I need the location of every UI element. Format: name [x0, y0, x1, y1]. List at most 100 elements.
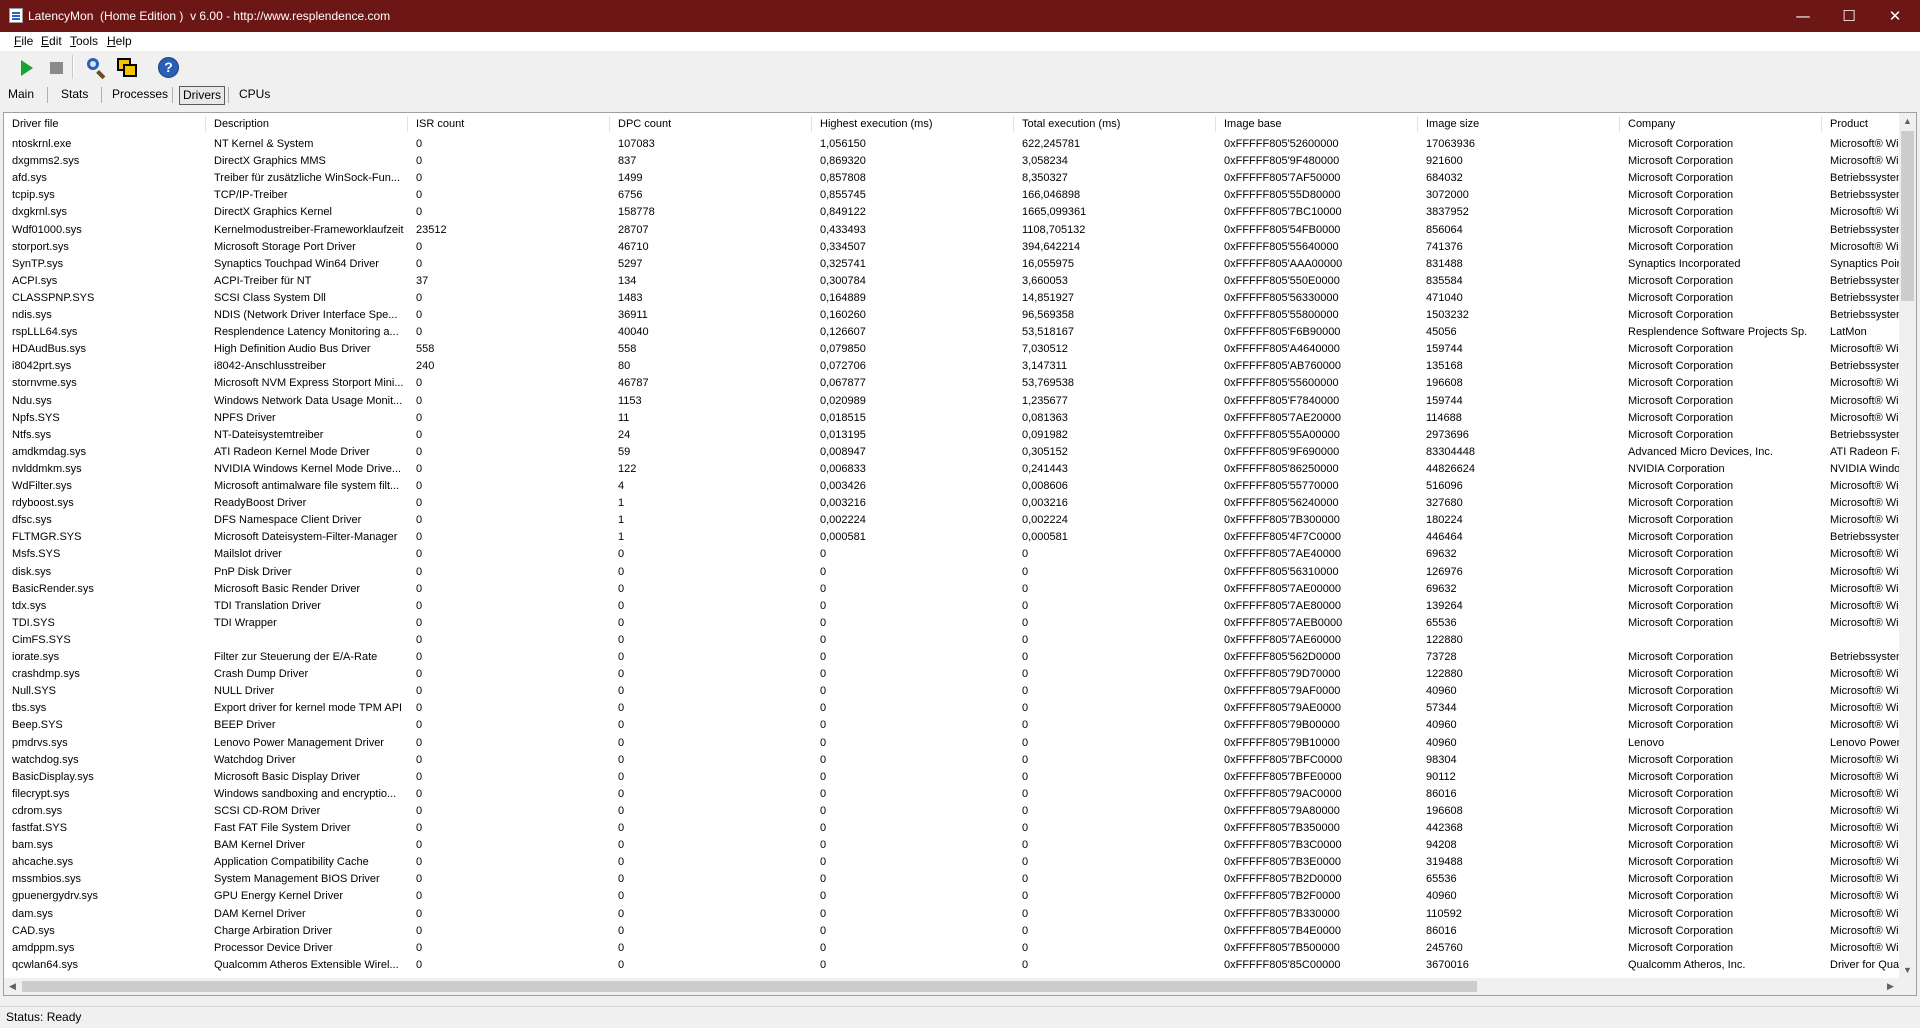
column-header-image-base[interactable]: Image base [1216, 113, 1418, 135]
table-row[interactable]: bam.sys BAM Kernel Driver 0 0 0 0 0xFFFFF805'7… [4, 837, 1904, 854]
table-row[interactable]: Npfs.SYS NPFS Driver 0 11 0,018515 0,081363 0x… [4, 410, 1904, 427]
cell-description: SCSI Class System Dll [214, 291, 326, 304]
cell-image-base: 0xFFFFF805'7AE20000 [1224, 411, 1342, 424]
table-row[interactable]: CimFS.SYS 0 0 0 0 0xFFFFF805'7AE60000 122880 [4, 632, 1904, 649]
column-header-highest-execution[interactable]: Highest execution (ms) [812, 113, 1014, 135]
table-row[interactable]: SynTP.sys Synaptics Touchpad Win64 Driver… [4, 256, 1904, 273]
cell-image-size: 180224 [1426, 514, 1463, 527]
table-row[interactable]: TDI.SYS TDI Wrapper 0 0 0 0 0xFFFFF805'7AEB000… [4, 615, 1904, 632]
menu-file[interactable]: File [14, 34, 33, 48]
windows-button[interactable] [114, 55, 140, 81]
cell-image-size: 921600 [1426, 155, 1463, 168]
table-row[interactable]: tcpip.sys TCP/IP-Treiber 0 6756 0,855745 166,… [4, 187, 1904, 204]
scroll-down-icon[interactable]: ▼ [1899, 962, 1916, 979]
table-row[interactable]: tdx.sys TDI Translation Driver 0 0 0 0 0xFFFFF… [4, 598, 1904, 615]
table-row[interactable]: dxgmms2.sys DirectX Graphics MMS 0 837 0,869… [4, 153, 1904, 170]
table-row[interactable]: gpuenergydrv.sys GPU Energy Kernel Driver… [4, 888, 1904, 905]
tab-processes[interactable]: Processes [109, 86, 171, 103]
table-row[interactable]: iorate.sys Filter zur Steuerung der E/A-R… [4, 649, 1904, 666]
minimize-button[interactable]: — [1780, 0, 1826, 32]
table-row[interactable]: ACPI.sys ACPI-Treiber für NT 37 134 0,300784… [4, 273, 1904, 290]
table-row[interactable]: Wdf01000.sys Kernelmodustreiber-Framework… [4, 222, 1904, 239]
table-row[interactable]: rspLLL64.sys Resplendence Latency Monitor… [4, 324, 1904, 341]
column-header-driver-file[interactable]: Driver file [4, 113, 206, 135]
analyze-button[interactable] [82, 55, 108, 81]
vertical-scrollbar[interactable]: ▲ ▼ [1899, 113, 1916, 979]
table-row[interactable]: BasicRender.sys Microsoft Basic Render Dr… [4, 581, 1904, 598]
cell-company: Microsoft Corporation [1628, 702, 1734, 715]
cell-driver-file: Msfs.SYS [12, 548, 61, 561]
tab-cpus[interactable]: CPUs [236, 86, 273, 103]
table-row[interactable]: nvlddmkm.sys NVIDIA Windows Kernel Mode D… [4, 461, 1904, 478]
cell-driver-file: TDI.SYS [12, 616, 55, 629]
scroll-right-icon[interactable]: ▶ [1882, 978, 1899, 995]
table-row[interactable]: dfsc.sys DFS Namespace Client Driver 0 1 0,0… [4, 512, 1904, 529]
column-header-total-execution[interactable]: Total execution (ms) [1014, 113, 1216, 135]
table-row[interactable]: CAD.sys Charge Arbiration Driver 0 0 0 0 0xFFF… [4, 923, 1904, 940]
scroll-left-icon[interactable]: ◀ [4, 978, 21, 995]
table-row[interactable]: amdppm.sys Processor Device Driver 0 0 0 0 0xF… [4, 940, 1904, 957]
table-row[interactable]: tbs.sys Export driver for kernel mode TPM… [4, 700, 1904, 717]
vertical-scroll-thumb[interactable] [1901, 131, 1914, 301]
cell-driver-file: Wdf01000.sys [12, 223, 82, 236]
table-row[interactable]: ahcache.sys Application Compatibility Cac… [4, 854, 1904, 871]
tab-drivers[interactable]: Drivers [179, 86, 225, 105]
cell-image-base: 0xFFFFF805'7AF50000 [1224, 172, 1341, 185]
table-row[interactable]: Beep.SYS BEEP Driver 0 0 0 0 0xFFFFF805'79B000… [4, 717, 1904, 734]
table-row[interactable]: FLTMGR.SYS Microsoft Dateisystem-Filter-M… [4, 529, 1904, 546]
stop-button[interactable] [44, 55, 70, 81]
table-row[interactable]: ntoskrnl.exe NT Kernel & System 0 107083 1,0… [4, 136, 1904, 153]
cell-company: Resplendence Software Projects Sp. [1628, 326, 1808, 339]
close-button[interactable]: ✕ [1872, 0, 1918, 32]
table-row[interactable]: Null.SYS NULL Driver 0 0 0 0 0xFFFFF805'79AF00… [4, 683, 1904, 700]
scroll-up-icon[interactable]: ▲ [1899, 113, 1916, 130]
table-row[interactable]: pmdrvs.sys Lenovo Power Management Driver… [4, 735, 1904, 752]
table-row[interactable]: stornvme.sys Microsoft NVM Express Storpo… [4, 375, 1904, 392]
tab-main[interactable]: Main [5, 86, 37, 103]
cell-total-execution: 0 [1022, 839, 1029, 852]
table-row[interactable]: dxgkrnl.sys DirectX Graphics Kernel 0 15877… [4, 204, 1904, 221]
table-row[interactable]: i8042prt.sys i8042-Anschlusstreiber 240 80 0… [4, 358, 1904, 375]
table-row[interactable]: watchdog.sys Watchdog Driver 0 0 0 0 0xFFFFF80… [4, 752, 1904, 769]
cell-company: Microsoft Corporation [1628, 428, 1734, 441]
help-button[interactable]: ? [155, 55, 181, 81]
maximize-button[interactable]: ☐ [1826, 0, 1872, 32]
column-header-image-size[interactable]: Image size [1418, 113, 1620, 135]
table-row[interactable]: cdrom.sys SCSI CD-ROM Driver 0 0 0 0 0xFFFFF80… [4, 803, 1904, 820]
table-row[interactable]: disk.sys PnP Disk Driver 0 0 0 0 0xFFFFF805'56… [4, 564, 1904, 581]
menu-tools[interactable]: Tools [70, 34, 98, 48]
table-row[interactable]: filecrypt.sys Windows sandboxing and encr… [4, 786, 1904, 803]
column-header-description[interactable]: Description [206, 113, 408, 135]
table-row[interactable]: dam.sys DAM Kernel Driver 0 0 0 0 0xFFFFF805'7… [4, 906, 1904, 923]
table-row[interactable]: crashdmp.sys Crash Dump Driver 0 0 0 0 0xFFFFF… [4, 666, 1904, 683]
table-row[interactable]: storport.sys Microsoft Storage Port Drive… [4, 239, 1904, 256]
start-button[interactable] [13, 55, 39, 81]
cell-image-size: 86016 [1426, 787, 1457, 800]
table-row[interactable]: CLASSPNP.SYS SCSI Class System Dll 0 1483 0,… [4, 290, 1904, 307]
table-row[interactable]: ndis.sys NDIS (Network Driver Interface S… [4, 307, 1904, 324]
column-header-company[interactable]: Company [1620, 113, 1822, 135]
cell-image-size: 831488 [1426, 257, 1463, 270]
table-row[interactable]: amdkmdag.sys ATI Radeon Kernel Mode Drive… [4, 444, 1904, 461]
table-row[interactable]: Ntfs.sys NT-Dateisystemtreiber 0 24 0,013195… [4, 427, 1904, 444]
table-row[interactable]: Msfs.SYS Mailslot driver 0 0 0 0 0xFFFFF805'7A… [4, 546, 1904, 563]
table-row[interactable]: HDAudBus.sys High Definition Audio Bus Dr… [4, 341, 1904, 358]
cell-company: Microsoft Corporation [1628, 548, 1734, 561]
table-row[interactable]: mssmbios.sys System Management BIOS Drive… [4, 871, 1904, 888]
cell-total-execution: 14,851927 [1022, 291, 1074, 304]
table-row[interactable]: qcwlan64.sys Qualcomm Atheros Extensible … [4, 957, 1904, 974]
table-row[interactable]: rdyboost.sys ReadyBoost Driver 0 1 0,003216 0… [4, 495, 1904, 512]
tab-stats[interactable]: Stats [58, 86, 91, 103]
cell-image-base: 0xFFFFF805'9F690000 [1224, 445, 1340, 458]
horizontal-scrollbar[interactable]: ◀ ▶ [4, 978, 1899, 995]
column-header-isr-count[interactable]: ISR count [408, 113, 610, 135]
table-row[interactable]: Ndu.sys Windows Network Data Usage Monit.… [4, 393, 1904, 410]
table-row[interactable]: fastfat.SYS Fast FAT File System Driver 0 0… [4, 820, 1904, 837]
table-row[interactable]: BasicDisplay.sys Microsoft Basic Display … [4, 769, 1904, 786]
table-row[interactable]: WdFilter.sys Microsoft antimalware file s… [4, 478, 1904, 495]
menu-edit[interactable]: Edit [41, 34, 62, 48]
horizontal-scroll-thumb[interactable] [22, 981, 1477, 992]
menu-help[interactable]: Help [107, 34, 132, 48]
column-header-dpc-count[interactable]: DPC count [610, 113, 812, 135]
table-row[interactable]: afd.sys Treiber für zusätzliche WinSock-F… [4, 170, 1904, 187]
